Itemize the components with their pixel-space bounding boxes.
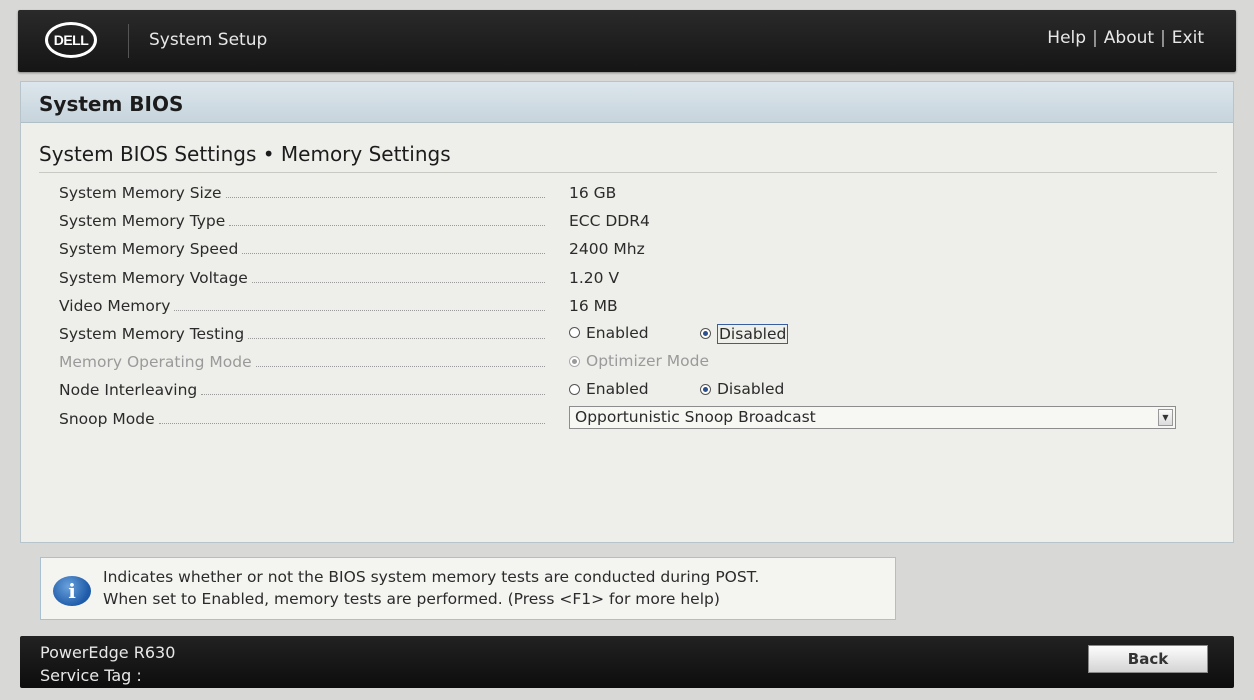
setting-value: 16 GB <box>569 184 617 202</box>
memory-testing-enabled-radio[interactable]: Enabled <box>569 324 649 342</box>
help-line-1: Indicates whether or not the BIOS system… <box>103 568 760 586</box>
radio-label: Disabled <box>717 380 785 399</box>
radio-circle-selected <box>700 383 711 395</box>
setting-label: System Memory Type <box>59 212 226 231</box>
top-header-bar: DELL System Setup Help | About | Exit <box>18 10 1236 72</box>
dropdown-value: Opportunistic Snoop Broadcast <box>575 408 816 426</box>
setting-label: Memory Operating Mode <box>59 353 252 372</box>
service-tag-label: Service Tag : <box>40 666 142 685</box>
help-text: Indicates whether or not the BIOS system… <box>103 566 759 610</box>
logo-text: DELL <box>53 32 89 48</box>
setting-label: Snoop Mode <box>59 409 155 428</box>
chevron-down-icon[interactable]: ▼ <box>1158 408 1173 426</box>
setting-row-memory-testing: System Memory Testing Enabled Disabled <box>59 321 1219 349</box>
dotted-leader <box>255 366 545 368</box>
dotted-leader <box>229 225 545 227</box>
radio-circle-selected <box>569 355 580 367</box>
setting-label: System Memory Speed <box>59 240 239 259</box>
help-box: i Indicates whether or not the BIOS syst… <box>40 557 896 620</box>
top-links: Help | About | Exit <box>1047 28 1204 48</box>
radio-label: Disabled <box>717 323 789 344</box>
node-interleaving-disabled-radio[interactable]: Disabled <box>700 380 784 398</box>
snoop-mode-dropdown[interactable]: Opportunistic Snoop Broadcast ▼ <box>569 405 1176 429</box>
setting-row-operating-mode: Memory Operating Mode Optimizer Mode <box>59 349 1219 377</box>
dell-logo: DELL <box>45 22 97 58</box>
radio-label: Optimizer Mode <box>586 352 710 371</box>
dotted-leader <box>242 253 545 255</box>
system-model: PowerEdge R630 <box>40 643 176 662</box>
setting-label: System Memory Size <box>59 184 222 202</box>
setting-row-node-interleaving: Node Interleaving Enabled Disabled <box>59 377 1219 405</box>
setting-value: 2400 Mhz <box>569 240 645 259</box>
setting-value: ECC DDR4 <box>569 212 650 231</box>
settings-list: System Memory Size 16 GB System Memory T… <box>59 180 1219 434</box>
section-bar: System BIOS <box>21 82 1233 123</box>
link-separator: | <box>1092 28 1098 48</box>
info-icon: i <box>53 576 91 606</box>
radio-label: Enabled <box>586 323 649 342</box>
setting-row-memory-size: System Memory Size 16 GB <box>59 180 1219 208</box>
breadcrumb: System BIOS Settings • Memory Settings <box>39 142 451 166</box>
section-title: System BIOS <box>39 92 184 116</box>
radio-circle-selected <box>700 328 711 340</box>
radio-circle <box>569 383 580 395</box>
dotted-leader <box>201 394 545 396</box>
setting-label: System Memory Voltage <box>59 268 248 287</box>
dotted-leader <box>174 309 545 311</box>
settings-panel: System BIOS System BIOS Settings • Memor… <box>20 81 1234 543</box>
node-interleaving-enabled-radio[interactable]: Enabled <box>569 380 649 398</box>
dotted-leader <box>248 337 545 339</box>
setting-row-memory-voltage: System Memory Voltage 1.20 V <box>59 265 1219 293</box>
setting-value: 16 MB <box>569 296 618 315</box>
setting-row-memory-type: System Memory Type ECC DDR4 <box>59 208 1219 236</box>
setting-label: Node Interleaving <box>59 381 198 400</box>
radio-circle <box>569 327 580 339</box>
exit-link[interactable]: Exit <box>1172 28 1204 48</box>
setting-label: Video Memory <box>59 296 171 315</box>
back-button[interactable]: Back <box>1088 645 1208 673</box>
bottom-footer-bar: PowerEdge R630 Service Tag : Back <box>20 636 1234 688</box>
operating-mode-optimizer-radio: Optimizer Mode <box>569 352 709 370</box>
dotted-leader <box>158 422 545 424</box>
help-link[interactable]: Help <box>1047 28 1086 48</box>
breadcrumb-divider <box>39 172 1217 173</box>
setting-row-memory-speed: System Memory Speed 2400 Mhz <box>59 236 1219 264</box>
setting-row-snoop-mode: Snoop Mode Opportunistic Snoop Broadcast… <box>59 405 1219 434</box>
setting-row-video-memory: Video Memory 16 MB <box>59 293 1219 321</box>
app-title: System Setup <box>149 30 268 50</box>
setting-value: 1.20 V <box>569 268 620 287</box>
setting-label: System Memory Testing <box>59 324 245 343</box>
help-line-2: When set to Enabled, memory tests are pe… <box>103 590 720 608</box>
header-divider <box>128 24 129 58</box>
memory-testing-disabled-radio[interactable]: Disabled <box>700 323 789 344</box>
radio-label: Enabled <box>586 380 649 399</box>
about-link[interactable]: About <box>1104 28 1154 48</box>
dotted-leader <box>251 281 545 283</box>
link-separator: | <box>1160 28 1166 48</box>
dotted-leader <box>225 197 545 198</box>
